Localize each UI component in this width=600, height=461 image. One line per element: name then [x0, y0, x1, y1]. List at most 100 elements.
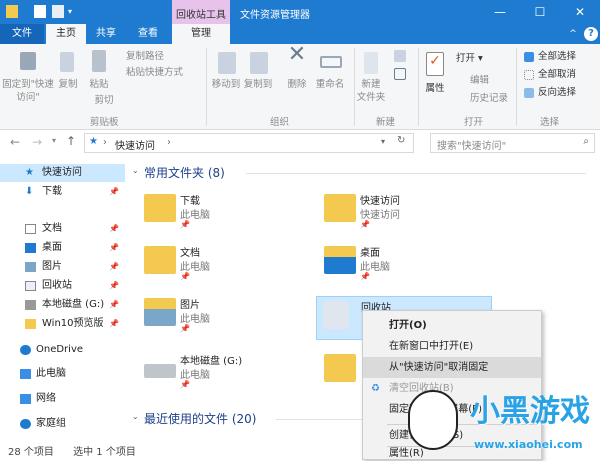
back-button[interactable]: ← — [10, 135, 20, 149]
address-dropdown-icon[interactable]: ▾ — [381, 137, 385, 146]
copy-button[interactable]: 复制 — [56, 78, 80, 91]
forward-button[interactable]: → — [32, 135, 42, 149]
sidebar-item-pictures[interactable]: 图片 📌 — [0, 258, 125, 276]
open-button[interactable]: 打开 ▾ — [456, 52, 506, 65]
sidebar-item-onedrive[interactable]: OneDrive — [0, 341, 125, 359]
sidebar-item-network[interactable]: 网络 — [0, 390, 125, 408]
collapse-group-icon[interactable]: ⌄ — [132, 166, 139, 175]
collapse-group-icon[interactable]: ⌄ — [132, 412, 139, 421]
folder-item-documents[interactable]: 文档 此电脑 📌 — [144, 242, 314, 286]
tab-home[interactable]: 主页 — [46, 24, 86, 44]
delete-button[interactable]: 删除 — [284, 78, 310, 91]
sidebar-item-recycle-bin[interactable]: 回收站 📌 — [0, 277, 125, 295]
minimize-button[interactable]: — — [480, 0, 520, 24]
sidebar-item-label: 文档 — [42, 223, 62, 234]
cut-button[interactable]: 剪切 — [86, 94, 122, 107]
recycle-bin-icon: ♻ — [371, 383, 380, 394]
pin-icon: 📌 — [360, 220, 370, 229]
menu-item-open[interactable]: 打开(O) — [363, 315, 541, 336]
move-to-button[interactable]: 移动到 — [210, 78, 242, 91]
folder-item-quick-access[interactable]: 快速访问 快速访问 📌 — [324, 190, 494, 234]
customize-quick-access-icon[interactable]: ▾ — [68, 7, 80, 20]
divider — [246, 173, 586, 174]
select-all-button[interactable]: 全部选择 — [538, 50, 598, 63]
new-folder-icon — [364, 52, 378, 74]
sidebar-item-quick-access[interactable]: ★ 快速访问 — [0, 164, 125, 182]
invert-selection-button[interactable]: 反向选择 — [538, 86, 598, 99]
edit-button[interactable]: 编辑 — [470, 74, 510, 87]
easy-access-icon[interactable] — [394, 68, 406, 80]
item-location: 快速访问 — [360, 210, 400, 221]
pin-icon: 📌 — [109, 300, 119, 309]
folder-item-desktop[interactable]: 桌面 此电脑 📌 — [324, 242, 494, 286]
sidebar-item-this-pc[interactable]: 此电脑 — [0, 365, 125, 383]
close-button[interactable]: ✕ — [560, 0, 600, 24]
sidebar-item-desktop[interactable]: 桌面 📌 — [0, 239, 125, 257]
sidebar-item-downloads[interactable]: ⬇ 下载 📌 — [0, 183, 125, 201]
pin-to-quick-access-button[interactable]: 固定到"快速访问" — [2, 78, 54, 104]
paste-button[interactable]: 粘贴 — [86, 78, 112, 91]
drive-icon — [25, 300, 36, 310]
help-icon[interactable]: ? — [584, 27, 598, 41]
divider — [276, 419, 362, 420]
copy-to-button[interactable]: 复制到 — [242, 78, 274, 91]
sidebar-item-documents[interactable]: 文档 📌 — [0, 220, 125, 238]
select-none-button[interactable]: 全部取消 — [538, 68, 598, 81]
sidebar-item-label: 此电脑 — [36, 368, 66, 379]
watermark-url: www.xiaohei.com — [474, 438, 583, 451]
sidebar-item-label: OneDrive — [36, 344, 84, 355]
folder-item-downloads[interactable]: 下载 此电脑 📌 — [144, 190, 314, 234]
folder-item-pictures[interactable]: 图片 此电脑 📌 — [144, 294, 314, 338]
recent-locations-button[interactable]: ▾ — [52, 136, 56, 145]
breadcrumb-quick-access[interactable]: 快速访问 — [115, 137, 155, 152]
pin-icon: 📌 — [109, 262, 119, 271]
paste-shortcut-button[interactable]: 粘贴快捷方式 — [126, 66, 206, 79]
new-folder-quick-icon[interactable] — [52, 5, 64, 18]
pictures-folder-icon — [144, 298, 176, 326]
pin-icon: 📌 — [180, 324, 190, 333]
tab-file[interactable]: 文件 — [0, 24, 44, 44]
sidebar-item-local-disk-g[interactable]: 本地磁盘 (G:) 📌 — [0, 296, 125, 314]
new-folder-button[interactable]: 新建 文件夹 — [354, 78, 388, 104]
recent-files-header[interactable]: 最近使用的文件 (20) — [144, 410, 256, 427]
desktop-icon — [25, 243, 36, 253]
tab-manage[interactable]: 管理 — [172, 24, 230, 44]
sidebar-item-label: 桌面 — [42, 242, 62, 253]
menu-item-unpin-quick-access[interactable]: 从"快速访问"取消固定 — [363, 357, 541, 378]
tab-view[interactable]: 查看 — [128, 24, 168, 44]
divider — [418, 48, 419, 126]
paste-icon — [92, 50, 106, 72]
divider — [516, 48, 517, 126]
document-icon — [25, 224, 36, 234]
drive-item-local-disk-g[interactable]: 本地磁盘 (G:) 此电脑 📌 — [144, 350, 314, 394]
star-icon: ★ — [25, 167, 34, 178]
item-location: 此电脑 — [180, 370, 210, 381]
collapse-ribbon-icon[interactable]: ^ — [566, 24, 580, 44]
desktop-folder-icon — [324, 246, 356, 274]
address-bar[interactable]: ★ › 快速访问 › ▾ ↻ — [84, 133, 414, 153]
sidebar-item-label: 快速访问 — [42, 167, 82, 178]
rename-button[interactable]: 重命名 — [312, 78, 348, 91]
frequent-folders-header[interactable]: 常用文件夹 (8) — [144, 164, 225, 181]
watermark-logo: 小黑游戏 www.xiaohei.com — [400, 380, 600, 457]
up-button[interactable]: ↑ — [66, 134, 76, 148]
new-item-icon[interactable] — [394, 50, 406, 62]
refresh-icon[interactable]: ↻ — [397, 135, 405, 146]
tab-share[interactable]: 共享 — [86, 24, 126, 44]
copy-path-button[interactable]: 复制路径 — [126, 50, 206, 63]
search-icon: ⌕ — [583, 136, 589, 147]
folder-icon — [324, 194, 356, 222]
item-location: 此电脑 — [180, 210, 210, 221]
properties-button[interactable]: 属性 — [422, 82, 448, 95]
item-name: 快速访问 — [360, 196, 400, 207]
history-button[interactable]: 历史记录 — [470, 92, 520, 105]
search-input[interactable]: 搜索"快速访问" ⌕ — [430, 133, 595, 153]
maximize-button[interactable]: ☐ — [520, 0, 560, 24]
menu-item-open-new-window[interactable]: 在新窗口中打开(E) — [363, 336, 541, 357]
properties-quick-icon[interactable] — [34, 5, 46, 18]
sidebar-item-win10-preview[interactable]: Win10预览版 📌 — [0, 315, 125, 333]
sidebar-item-homegroup[interactable]: 家庭组 — [0, 415, 125, 433]
invert-selection-icon — [524, 88, 534, 98]
rename-icon — [320, 56, 342, 68]
recycle-bin-icon — [25, 281, 36, 291]
